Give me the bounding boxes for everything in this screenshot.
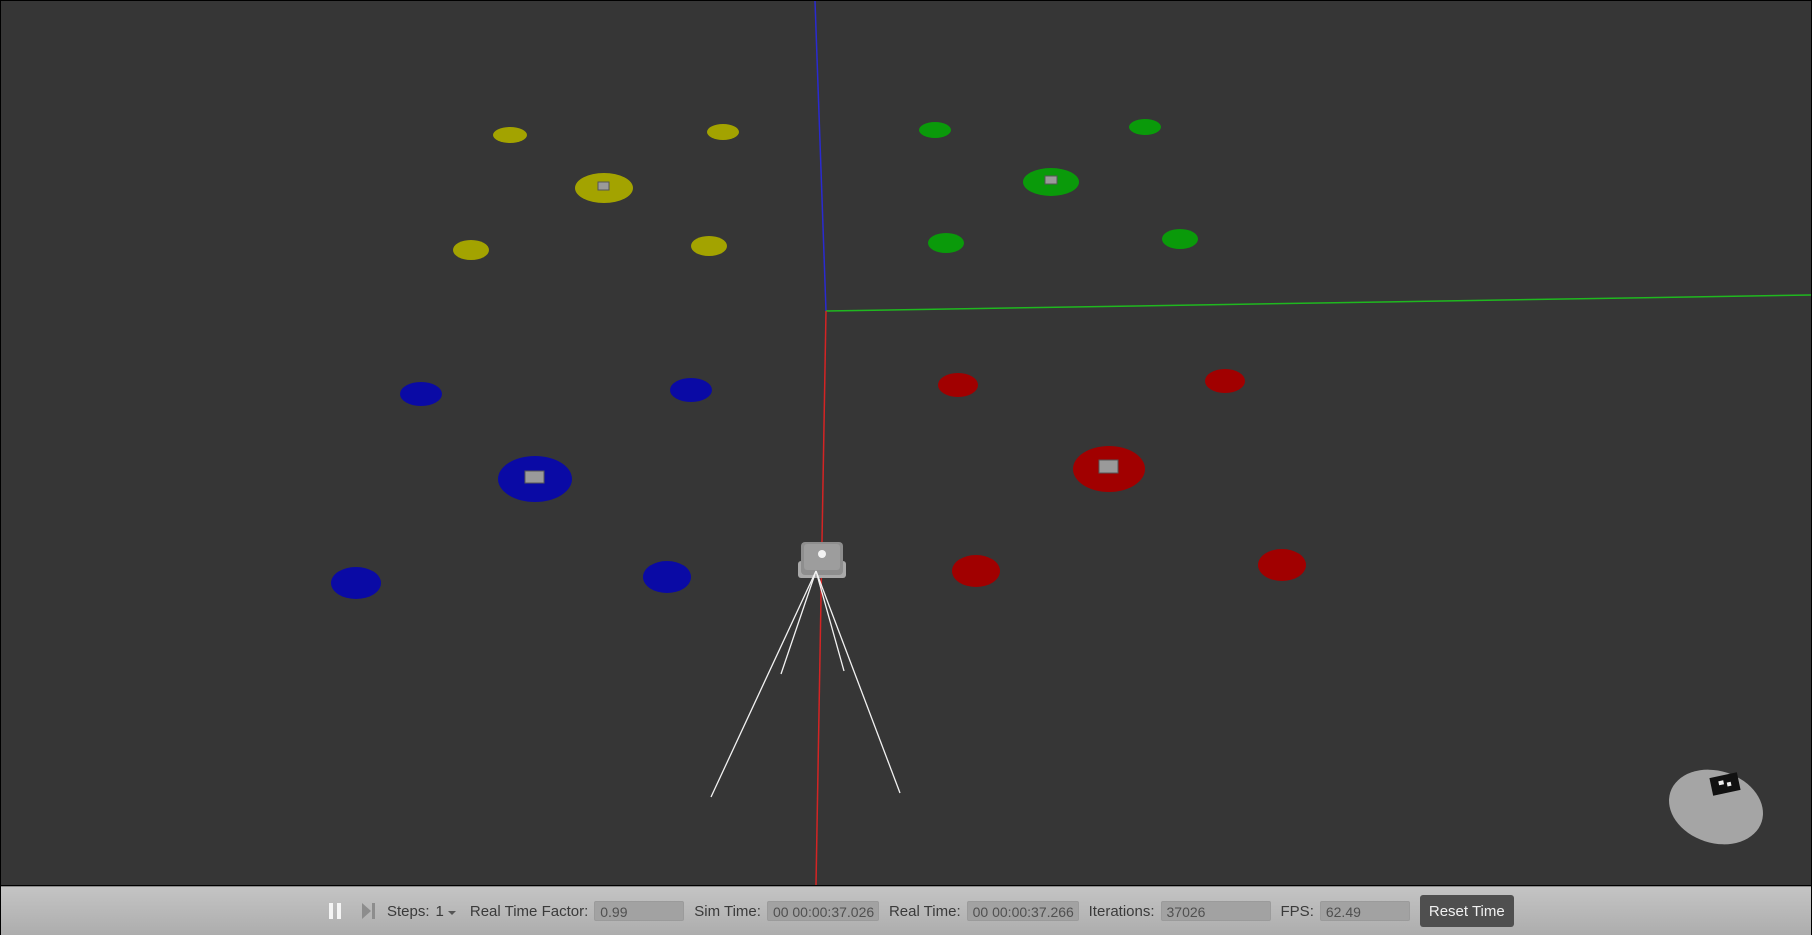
x-axis-line [815, 310, 827, 885]
red-disc[interactable] [952, 555, 1000, 587]
pause-button[interactable] [323, 899, 347, 923]
robot-model[interactable] [798, 542, 846, 578]
steps-value: 1 [435, 902, 444, 920]
blue-zone [331, 378, 712, 599]
iterations-field: 37026 [1160, 901, 1271, 921]
fps-label: FPS: [1280, 902, 1314, 920]
green-disc[interactable] [928, 233, 964, 253]
real-time-label: Real Time: [888, 902, 961, 920]
yellow-zone [453, 124, 739, 260]
rtf-label: Real Time Factor: [469, 902, 589, 920]
aruco-marker-object[interactable] [1659, 758, 1773, 856]
real-time-field: 00 00:00:37.266 [966, 901, 1079, 921]
green-disc[interactable] [1162, 229, 1198, 249]
blue-marker-tag [524, 470, 545, 484]
step-forward-button[interactable] [357, 899, 381, 923]
blue-disc[interactable] [331, 567, 381, 599]
yellow-disc[interactable] [453, 240, 489, 260]
chevron-down-icon [447, 911, 456, 915]
iterations-label: Iterations: [1088, 902, 1155, 920]
sim-time-field: 00 00:00:37.026 [766, 901, 879, 921]
sim-time-label: Sim Time: [694, 902, 761, 920]
blue-disc[interactable] [400, 382, 442, 406]
reset-time-button[interactable]: Reset Time [1419, 895, 1514, 927]
red-disc[interactable] [1205, 369, 1245, 393]
blue-disc[interactable] [670, 378, 712, 402]
z-axis-line [814, 1, 827, 312]
steps-label: Steps: [387, 902, 430, 920]
blue-disc[interactable] [643, 561, 691, 593]
yellow-disc[interactable] [691, 236, 727, 256]
step-forward-icon [362, 903, 375, 919]
yellow-disc[interactable] [493, 127, 527, 143]
green-disc[interactable] [1129, 119, 1161, 135]
yellow-disc[interactable] [707, 124, 739, 140]
robot-sensor [818, 550, 826, 558]
pause-icon [329, 903, 341, 919]
yellow-marker-tag [597, 181, 610, 191]
red-disc[interactable] [1258, 549, 1306, 581]
fps-field: 62.49 [1319, 901, 1410, 921]
time-toolbar: Steps: 1 Real Time Factor: 0.99 Sim Time… [1, 886, 1811, 935]
3d-viewport[interactable] [1, 1, 1811, 885]
green-marker-tag [1044, 175, 1058, 185]
red-disc[interactable] [938, 373, 978, 397]
camera-frustum [710, 570, 901, 798]
y-axis-line [825, 294, 1811, 312]
red-zone [938, 369, 1306, 587]
steps-selector[interactable]: 1 [436, 903, 456, 920]
rtf-field: 0.99 [594, 901, 685, 921]
green-disc[interactable] [919, 122, 951, 138]
green-zone [919, 119, 1198, 253]
red-marker-tag [1098, 459, 1119, 474]
scene-canvas[interactable] [1, 1, 1811, 885]
